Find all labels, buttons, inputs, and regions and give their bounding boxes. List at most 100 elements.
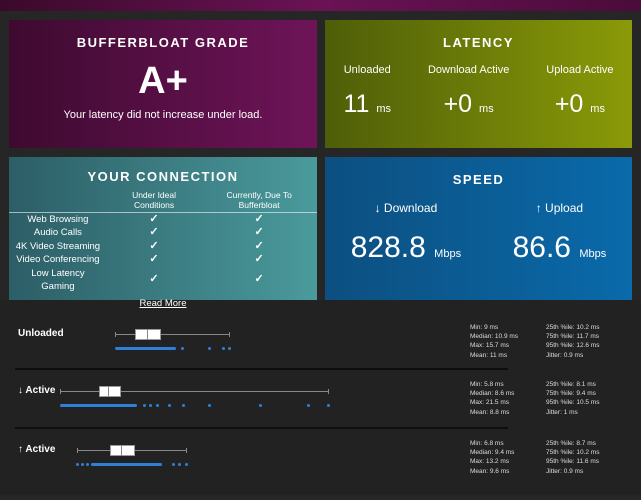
sample-point <box>76 463 80 466</box>
use-case: Low Latency Gaming <box>31 267 85 292</box>
stats-col-1: Min: 5.8 ms Median: 8.6 ms Max: 21.5 ms Mea… <box>470 380 514 417</box>
unit: ms <box>590 103 605 115</box>
connection-table: Under Ideal Conditions Currently, Due To … <box>9 190 317 293</box>
col-ideal: Under Ideal Conditions <box>106 190 202 213</box>
stat: Max: 21.5 ms <box>470 399 510 407</box>
stats-col-2: 25th %ile: 10.2 ms 75th %ile: 11.7 ms 95th… <box>546 323 599 360</box>
connection-row: 4K Video Streaming ✓ ✓ <box>9 240 317 254</box>
stat: Median: 8.6 ms <box>470 390 515 398</box>
sample-point <box>222 347 226 350</box>
use-case: Web Browsing <box>27 214 89 225</box>
check-icon: ✓ <box>149 213 159 225</box>
value: +0 <box>443 90 473 118</box>
stats-col-1: Min: 6.8 ms Median: 9.4 ms Max: 13.2 ms Mea… <box>470 439 514 476</box>
iqr-box <box>99 386 122 397</box>
whisker <box>114 334 229 335</box>
latency-unloaded: Unloaded 11 ms <box>343 64 391 119</box>
divider <box>15 427 508 429</box>
stat: 75th %ile: 9.4 ms <box>546 390 596 398</box>
label: ↑ Upload <box>535 201 584 215</box>
sample-points <box>90 463 163 466</box>
median-line <box>147 329 149 340</box>
check-icon: ✓ <box>149 226 159 239</box>
stat: 95th %ile: 12.6 ms <box>546 342 600 350</box>
stat: Min: 9 ms <box>470 324 499 331</box>
stat: Max: 13.2 ms <box>470 458 510 466</box>
stat: 25th %ile: 10.2 ms <box>546 324 600 331</box>
stats-col-2: 25th %ile: 8.7 ms 75th %ile: 10.2 ms 95th … <box>546 439 599 476</box>
median-line <box>121 445 123 456</box>
stat: Jitter: 1 ms <box>546 408 578 416</box>
sample-point <box>81 463 85 466</box>
sample-point <box>142 404 146 407</box>
sample-point <box>327 404 330 407</box>
download-speed: ↓ Download 828.8 Mbps <box>351 201 461 265</box>
stat: Max: 15.7 ms <box>470 342 510 350</box>
stat: Jitter: 0.9 ms <box>546 467 584 475</box>
label: Unloaded <box>343 64 391 76</box>
stat: Median: 9.4 ms <box>470 449 515 457</box>
unit: ms <box>479 103 494 115</box>
value: 11 <box>343 90 370 118</box>
sample-point <box>306 404 310 407</box>
check-icon: ✓ <box>254 253 264 266</box>
grade-title: BUFFERBLOAT GRADE <box>76 35 250 50</box>
connection-row: Video Conferencing ✓ ✓ <box>9 253 317 267</box>
connection-row: Web Browsing ✓ ✓ <box>9 213 317 227</box>
whisker-cap <box>228 332 230 337</box>
sample-point <box>156 404 160 407</box>
unit: ms <box>376 103 392 115</box>
whisker-cap <box>77 448 79 453</box>
stat: Min: 6.8 ms <box>470 440 504 447</box>
stat: Min: 5.8 ms <box>470 381 504 388</box>
whisker-cap <box>328 389 329 394</box>
col-current: Currently, Due To Bufferbloat <box>201 190 317 213</box>
connection-title: YOUR CONNECTION <box>87 169 239 184</box>
label: Download Active <box>427 64 510 76</box>
value: +0 <box>554 90 584 118</box>
bufferbloat-grade-panel: BUFFERBLOAT GRADE A+ Your latency did no… <box>9 20 317 148</box>
top-bar <box>0 0 641 11</box>
check-icon: ✓ <box>254 213 264 225</box>
sample-point <box>227 347 231 350</box>
sample-point <box>168 404 172 407</box>
connection-panel: YOUR CONNECTION Under Ideal Conditions Cu… <box>9 157 317 309</box>
stat: Mean: 11 ms <box>470 351 508 359</box>
unit: Mbps <box>579 248 607 260</box>
value: 86.6 <box>512 231 571 264</box>
row-label: ↑ Active <box>18 444 56 455</box>
sample-point <box>207 404 211 407</box>
read-more-link[interactable]: Read More <box>140 298 187 309</box>
row-label: ↓ Active <box>18 385 56 396</box>
use-case: Video Conferencing <box>16 254 100 266</box>
stat: 95th %ile: 11.6 ms <box>546 458 599 466</box>
sample-point <box>181 404 185 407</box>
check-icon: ✓ <box>149 239 159 252</box>
check-icon: ✓ <box>149 253 159 266</box>
label: Upload Active <box>546 64 614 76</box>
value: 828.8 <box>350 231 426 264</box>
stat: Jitter: 0.9 ms <box>546 351 584 359</box>
median-line <box>107 386 109 397</box>
sample-point <box>185 463 189 466</box>
check-icon: ✓ <box>254 226 264 239</box>
upload-speed: ↑ Upload 86.6 Mbps <box>513 201 607 265</box>
sample-points <box>60 404 137 407</box>
grade-value: A+ <box>138 60 188 102</box>
stat: 75th %ile: 11.7 ms <box>546 333 599 341</box>
sample-point <box>258 404 262 407</box>
row-label: Unloaded <box>18 328 64 339</box>
latency-distribution: Unloaded Min: 9 ms Median: 10.9 ms Max: 15.… <box>0 300 641 495</box>
sample-point <box>171 463 175 466</box>
sample-point <box>149 404 153 407</box>
stats-col-1: Min: 9 ms Median: 10.9 ms Max: 15.7 ms Mean… <box>470 323 518 360</box>
latency-title: LATENCY <box>443 35 514 50</box>
sample-point <box>86 463 90 466</box>
stat: 25th %ile: 8.1 ms <box>546 381 596 388</box>
grade-message: Your latency did not increase under load… <box>63 109 263 121</box>
speed-title: SPEED <box>452 172 505 187</box>
sample-point <box>207 347 211 350</box>
unit: Mbps <box>434 248 462 260</box>
label: ↓ Download <box>374 201 438 215</box>
latency-download-active: Download Active +0 ms <box>428 64 509 119</box>
